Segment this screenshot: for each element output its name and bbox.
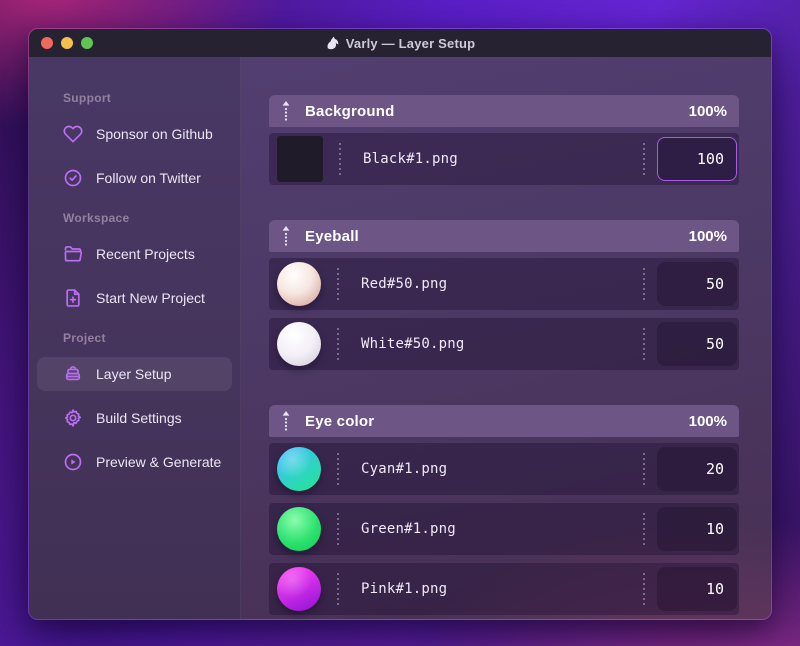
dotted-separator [337, 328, 339, 360]
layer-group-eyeball: Eyeball 100% Red#50.png White#50.png [269, 220, 739, 370]
window-title: Varly — Layer Setup [325, 36, 476, 51]
layer-group-header[interactable]: Eye color 100% [269, 405, 739, 437]
layer-setup-panel: Background 100% Black#1.png Eyeball 100% Red#… [241, 57, 771, 619]
sidebar-item-start-new-project[interactable]: Start New Project [37, 281, 232, 315]
sidebar-item-label: Sponsor on Github [96, 126, 213, 142]
sidebar-item-label: Build Settings [96, 410, 182, 426]
play-circle-icon [63, 452, 83, 472]
dotted-separator [339, 143, 341, 175]
layer-thumbnail-black-square [277, 136, 323, 182]
sidebar-section-header: Workspace [63, 211, 130, 225]
dotted-separator [643, 268, 645, 300]
sidebar-item-label: Layer Setup [96, 366, 172, 382]
layer-row: Red#50.png [269, 258, 739, 310]
layer-group-name: Background [305, 102, 395, 120]
sidebar-item-label: Start New Project [96, 290, 205, 306]
layer-row: Black#1.png [269, 133, 739, 185]
layer-group-header[interactable]: Background 100% [269, 95, 739, 127]
dotted-separator [643, 143, 645, 175]
sidebar-section-workspace: Workspace Recent Projects Start New Projec… [37, 211, 232, 315]
sidebar-item-label: Recent Projects [96, 246, 195, 262]
layer-filename: Green#1.png [361, 521, 456, 537]
gear-icon [63, 408, 83, 428]
layer-group-name: Eyeball [305, 227, 359, 245]
heart-icon [63, 124, 83, 144]
unicorn-icon [327, 36, 339, 49]
layer-thumbnail-red-sphere [277, 262, 321, 306]
layer-thumbnail-cyan-sphere [277, 447, 321, 491]
drag-vertical-icon[interactable] [281, 226, 291, 246]
layer-group-background: Background 100% Black#1.png [269, 95, 739, 185]
layer-group-eye-color: Eye color 100% Cyan#1.png Green#1.png Pink#1… [269, 405, 739, 615]
titlebar[interactable]: Varly — Layer Setup [29, 29, 771, 57]
sidebar-section-header: Support [63, 91, 112, 105]
dotted-separator [337, 453, 339, 485]
sidebar-item-layer-setup[interactable]: Layer Setup [37, 357, 232, 391]
app-window: Varly — Layer Setup Support Sponsor on Gi… [28, 28, 772, 620]
dotted-separator [337, 513, 339, 545]
layer-weight-input[interactable] [657, 507, 737, 551]
sidebar: Support Sponsor on Github Follow on Twitte… [29, 57, 241, 619]
zoom-button[interactable] [81, 37, 93, 49]
sidebar-section-header: Project [63, 331, 106, 345]
window-body: Support Sponsor on Github Follow on Twitte… [29, 57, 771, 619]
drag-vertical-icon[interactable] [281, 411, 291, 431]
sidebar-item-build-settings[interactable]: Build Settings [37, 401, 232, 435]
layer-weight-input[interactable] [657, 322, 737, 366]
layer-weight-input[interactable] [657, 137, 737, 181]
dotted-separator [643, 328, 645, 360]
dotted-separator [337, 573, 339, 605]
dotted-separator [643, 573, 645, 605]
sidebar-item-recent-projects[interactable]: Recent Projects [37, 237, 232, 271]
close-button[interactable] [41, 37, 53, 49]
layer-weight-input[interactable] [657, 447, 737, 491]
layer-filename: Black#1.png [363, 151, 458, 167]
layers-icon [63, 364, 83, 384]
layer-group-weight: 100% [688, 102, 727, 120]
sidebar-item-follow-on-twitter[interactable]: Follow on Twitter [37, 161, 232, 195]
drag-vertical-icon[interactable] [281, 101, 291, 121]
traffic-lights [41, 29, 93, 57]
dotted-separator [337, 268, 339, 300]
layer-filename: Red#50.png [361, 276, 448, 292]
layer-weight-input[interactable] [657, 262, 737, 306]
layer-row: Cyan#1.png [269, 443, 739, 495]
dotted-separator [643, 453, 645, 485]
sidebar-item-label: Preview & Generate [96, 454, 222, 470]
file-plus-icon [63, 288, 83, 308]
layer-thumbnail-white-sphere [277, 322, 321, 366]
layer-group-header[interactable]: Eyeball 100% [269, 220, 739, 252]
sidebar-item-sponsor-on-github[interactable]: Sponsor on Github [37, 117, 232, 151]
layer-row: Pink#1.png [269, 563, 739, 615]
layer-row: White#50.png [269, 318, 739, 370]
layer-filename: Pink#1.png [361, 581, 448, 597]
dotted-separator [643, 513, 645, 545]
folder-icon [63, 244, 83, 264]
layer-filename: Cyan#1.png [361, 461, 448, 477]
layer-row: Green#1.png [269, 503, 739, 555]
sidebar-item-label: Follow on Twitter [96, 170, 201, 186]
desktop-background: Varly — Layer Setup Support Sponsor on Gi… [0, 0, 800, 646]
minimize-button[interactable] [61, 37, 73, 49]
sidebar-section-support: Support Sponsor on Github Follow on Twitte… [37, 91, 232, 195]
layer-group-weight: 100% [688, 227, 727, 245]
layer-thumbnail-green-sphere [277, 507, 321, 551]
layer-group-name: Eye color [305, 412, 375, 430]
sidebar-item-preview-generate[interactable]: Preview & Generate [37, 445, 232, 479]
layer-filename: White#50.png [361, 336, 465, 352]
layer-group-weight: 100% [688, 412, 727, 430]
layer-thumbnail-pink-sphere [277, 567, 321, 611]
layer-weight-input[interactable] [657, 567, 737, 611]
window-title-text: Varly — Layer Setup [345, 35, 476, 51]
check-circle-icon [63, 168, 83, 188]
sidebar-section-project: Project Layer Setup Build Settings Preview … [37, 331, 232, 479]
